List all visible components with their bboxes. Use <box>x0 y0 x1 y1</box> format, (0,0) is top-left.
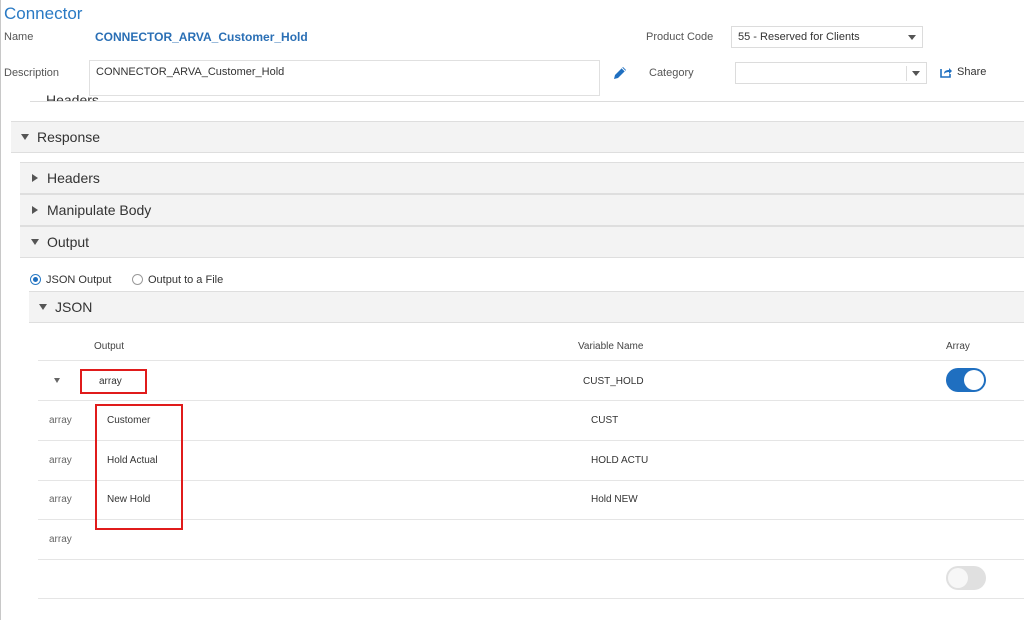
expand-icon <box>32 206 38 214</box>
product-code-label: Product Code <box>646 31 714 43</box>
expand-icon <box>32 174 38 182</box>
share-button[interactable]: Share <box>940 66 986 78</box>
column-header-output: Output <box>94 341 125 352</box>
chevron-down-icon <box>908 35 916 40</box>
response-section-header[interactable]: Response <box>11 121 1024 153</box>
manipulate-body-label: Manipulate Body <box>47 202 152 218</box>
json-output-radio[interactable] <box>30 274 41 286</box>
category-label: Category <box>649 67 694 79</box>
page-title: Connector <box>4 4 83 23</box>
prev-headers-label: Headers <box>46 92 99 102</box>
row-divider <box>38 360 1024 361</box>
share-label: Share <box>957 66 987 78</box>
name-label: Name <box>4 31 34 43</box>
output-label: Output <box>47 234 90 250</box>
manipulate-body-section-header[interactable]: Manipulate Body <box>20 194 1024 226</box>
chevron-down-icon <box>912 71 920 76</box>
row-divider <box>38 559 1024 560</box>
row-variable-name[interactable]: HOLD ACTU <box>591 455 648 466</box>
json-output-label: JSON Output <box>46 273 112 286</box>
highlight-box <box>95 404 183 530</box>
description-label: Description <box>4 67 60 79</box>
column-header-array: Array <box>946 341 970 352</box>
headers-section-header[interactable]: Headers <box>20 162 1024 194</box>
row-divider <box>38 400 1024 401</box>
row-variable-name[interactable]: Hold NEW <box>591 494 638 505</box>
row-divider <box>38 440 1024 441</box>
share-icon <box>940 68 952 78</box>
select-divider <box>906 66 907 81</box>
row-divider <box>38 598 1024 599</box>
column-header-variable-name: Variable Name <box>578 341 644 352</box>
row-divider <box>38 480 1024 481</box>
pencil-icon[interactable] <box>612 65 628 81</box>
output-section-header[interactable]: Output <box>20 226 1024 258</box>
root-variable-name[interactable]: CUST_HOLD <box>583 376 644 387</box>
row-divider <box>38 519 1024 520</box>
row-type: array <box>49 455 72 466</box>
collapse-icon[interactable] <box>54 378 60 383</box>
headers-label: Headers <box>47 170 100 186</box>
toggle-knob <box>964 370 984 390</box>
json-output-option[interactable]: JSON Output <box>30 271 111 289</box>
row-variable-name[interactable]: CUST <box>591 415 618 426</box>
json-section-header[interactable]: JSON <box>29 291 1024 323</box>
collapse-icon <box>39 304 47 310</box>
json-label: JSON <box>55 299 93 315</box>
output-to-file-label: Output to a File <box>148 273 224 286</box>
left-border <box>0 0 1 620</box>
row-type: array <box>49 534 72 545</box>
output-to-file-radio[interactable] <box>132 274 143 286</box>
product-code-select[interactable]: 55 - Reserved for Clients <box>731 26 923 48</box>
array-toggle-off[interactable] <box>946 566 986 590</box>
collapse-icon <box>21 134 29 140</box>
output-to-file-option[interactable]: Output to a File <box>132 271 223 289</box>
array-toggle-on[interactable] <box>946 368 986 392</box>
toggle-knob <box>948 568 968 588</box>
response-label: Response <box>37 129 101 145</box>
row-type: array <box>49 494 72 505</box>
root-output-value[interactable]: array <box>99 376 122 387</box>
prev-headers-section: Headers <box>30 85 1024 102</box>
collapse-icon <box>31 239 39 245</box>
row-type: array <box>49 415 72 426</box>
name-value[interactable]: CONNECTOR_ARVA_Customer_Hold <box>95 30 308 44</box>
category-select[interactable] <box>735 62 927 84</box>
product-code-value: 55 - Reserved for Clients <box>738 31 860 43</box>
